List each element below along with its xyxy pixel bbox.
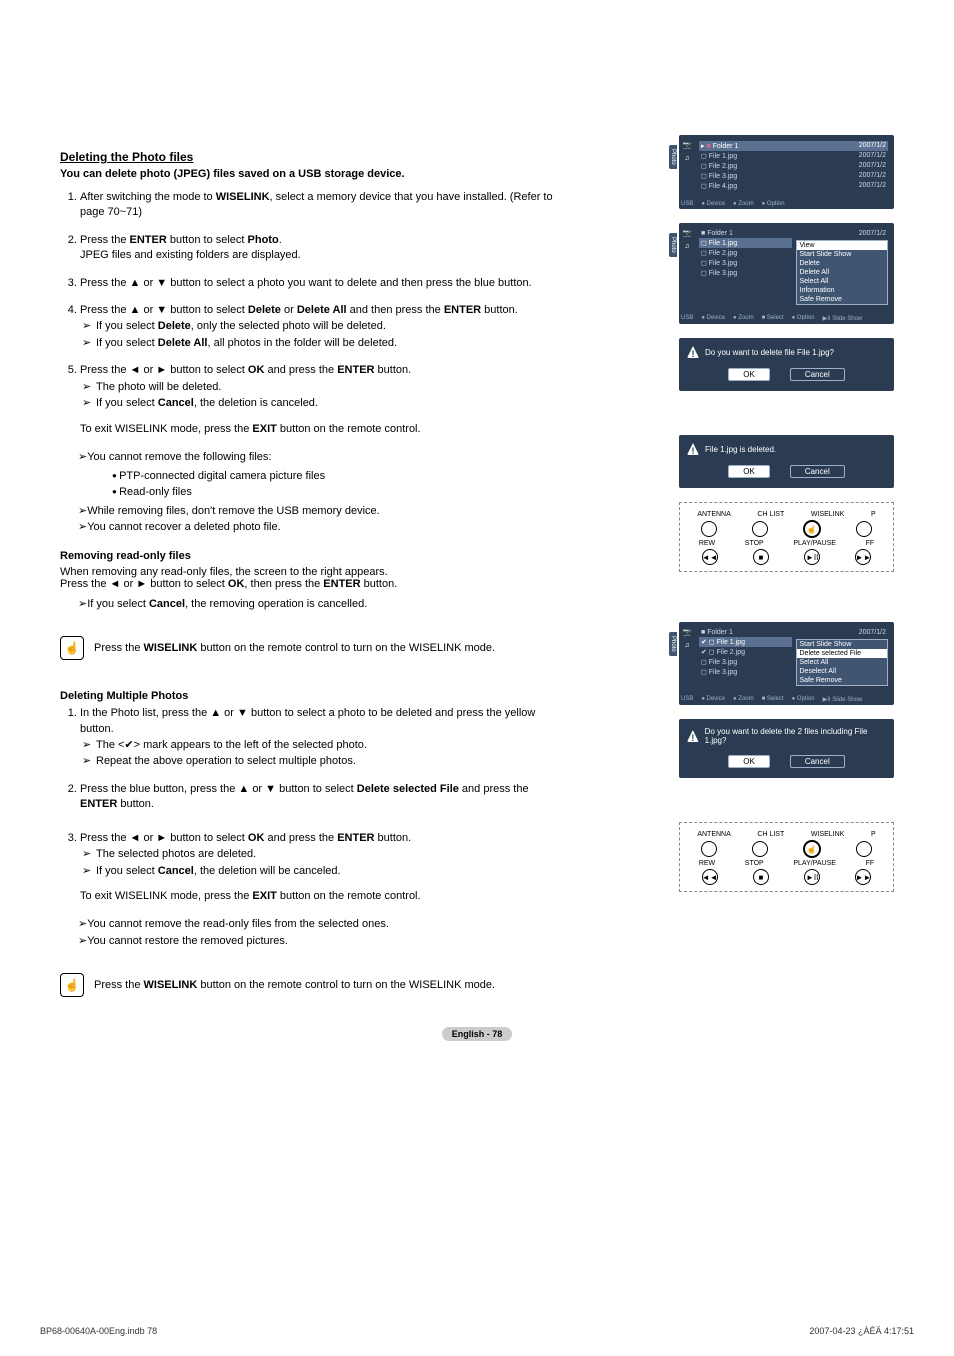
wiselink-remote-button[interactable]: ☝	[803, 520, 821, 538]
warning-icon: !	[687, 346, 699, 358]
m-step-1: In the Photo list, press the ▲ or ▼ butt…	[80, 706, 560, 770]
warning-icon: !	[687, 443, 699, 455]
dialog-deleted: !File 1.jpg is deleted. OK Cancel	[679, 435, 894, 488]
wiselink-bar-2: ☝ Press the WISELINK button on the remot…	[60, 973, 560, 997]
doc-timestamp: 2007-04-23 ¿ÀÈÄ 4:17:51	[809, 1326, 914, 1336]
readonly-title: Removing read-only files	[60, 550, 560, 562]
screenshot-multi-select: Photo 📷♫ ■ Folder 1 ✔ ◻ File 1.jpg ✔ ◻ F…	[679, 622, 894, 705]
cancel-button[interactable]: Cancel	[790, 368, 845, 381]
intro-text: You can delete photo (JPEG) files saved …	[60, 168, 560, 180]
context-menu[interactable]: View Start Slide Show Delete Delete All …	[796, 240, 889, 305]
section-title-deleting: Deleting the Photo files	[60, 150, 560, 164]
ok-button[interactable]: OK	[728, 465, 770, 478]
ok-button[interactable]: OK	[728, 755, 770, 768]
dialog-confirm-multi-delete: !Do you want to delete the 2 files inclu…	[679, 719, 894, 778]
steps-list-2: In the Photo list, press the ▲ or ▼ butt…	[60, 706, 560, 904]
step-1: After switching the mode to WISELINK, se…	[80, 190, 560, 221]
screenshot-context-menu: Photo 📷♫ ■ Folder 1 ◻ File 1.jpg ◻ File …	[679, 223, 894, 324]
remote-diagram-2: ANTENNA CH LIST WISELINK P ☝ REW STOP PL…	[679, 822, 894, 892]
wiselink-icon: ☝	[60, 636, 84, 660]
remote-diagram-1: ANTENNA CH LIST WISELINK P ☝ REW STOP PL…	[679, 502, 894, 572]
wiselink-remote-button[interactable]: ☝	[803, 840, 821, 858]
cancel-button[interactable]: Cancel	[790, 755, 845, 768]
step-4: Press the ▲ or ▼ button to select Delete…	[80, 303, 560, 351]
m-step-3: Press the ◄ or ► button to select OK and…	[80, 831, 560, 905]
screenshot-folder-list: Photo 📷♫ ▸ ■ Folder 12007/1/2 ◻ File 1.j…	[679, 135, 894, 209]
m-step-2: Press the blue button, press the ▲ or ▼ …	[80, 782, 560, 813]
doc-filename: BP68-00640A-00Eng.indb 78	[40, 1326, 157, 1336]
step-5: Press the ◄ or ► button to select OK and…	[80, 363, 560, 437]
step-3: Press the ▲ or ▼ button to select a phot…	[80, 276, 560, 291]
notes-block: ➢You cannot remove the following files: …	[60, 449, 560, 536]
context-menu-multi[interactable]: Start Slide Show Delete selected File Se…	[796, 639, 889, 686]
wiselink-icon: ☝	[60, 973, 84, 997]
section2-title: Deleting Multiple Photos	[60, 690, 560, 702]
step-2: Press the ENTER button to select Photo. …	[80, 233, 560, 264]
steps-list: After switching the mode to WISELINK, se…	[60, 190, 560, 437]
warning-icon: !	[687, 730, 699, 742]
wiselink-bar-1: ☝ Press the WISELINK button on the remot…	[60, 636, 560, 660]
ok-button[interactable]: OK	[728, 368, 770, 381]
cancel-button[interactable]: Cancel	[790, 465, 845, 478]
page-number: English - 78	[442, 1027, 513, 1041]
dialog-confirm-delete: !Do you want to delete file File 1.jpg? …	[679, 338, 894, 391]
